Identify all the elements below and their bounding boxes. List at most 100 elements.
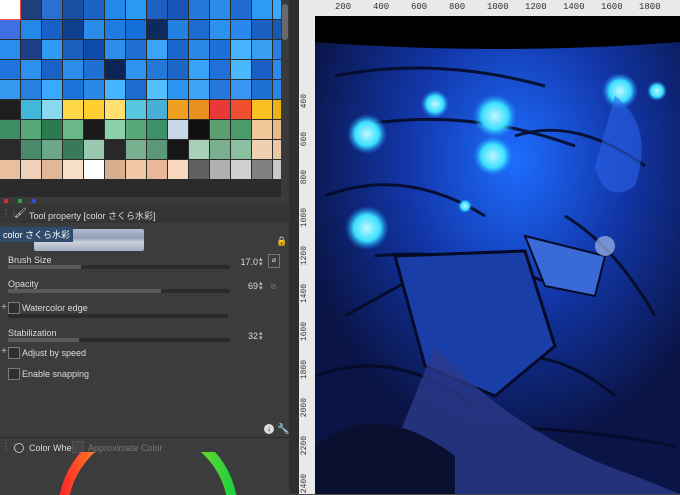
color-swatch[interactable] [147,160,167,179]
color-swatch[interactable] [252,40,272,59]
color-swatch[interactable] [105,60,125,79]
adjust-by-speed-checkbox[interactable] [8,347,20,359]
color-swatch[interactable] [84,100,104,119]
color-swatch[interactable] [252,120,272,139]
color-swatch[interactable] [168,80,188,99]
color-swatch[interactable] [168,0,188,19]
color-swatch[interactable] [168,40,188,59]
color-swatch[interactable] [210,80,230,99]
enable-snapping-checkbox[interactable] [8,368,20,380]
color-swatch[interactable] [252,140,272,159]
color-swatch[interactable] [231,100,251,119]
color-swatch[interactable] [273,80,281,99]
color-swatch[interactable] [84,140,104,159]
color-swatch[interactable] [84,20,104,39]
swatch-scrollbar[interactable] [281,0,289,205]
color-swatch[interactable] [147,60,167,79]
color-swatch[interactable] [63,100,83,119]
stabilization-value[interactable]: 32 [222,331,258,341]
brush-size-slider[interactable] [8,265,230,269]
stabilization-slider[interactable] [8,338,230,342]
color-swatch[interactable] [126,80,146,99]
color-swatch[interactable] [231,20,251,39]
color-swatch[interactable] [273,20,281,39]
color-swatch[interactable] [21,120,41,139]
panel-divider[interactable] [289,0,299,494]
color-swatch[interactable] [63,0,83,19]
scrollbar-thumb[interactable] [282,4,288,40]
color-swatch[interactable] [210,0,230,19]
color-swatch[interactable] [168,100,188,119]
color-swatch[interactable] [231,40,251,59]
opacity-slider[interactable] [8,289,230,293]
color-swatch[interactable] [147,0,167,19]
color-swatch[interactable] [42,80,62,99]
color-swatch[interactable] [42,60,62,79]
watercolor-edge-checkbox[interactable] [8,302,20,314]
color-swatch[interactable] [231,140,251,159]
color-swatch[interactable] [63,160,83,179]
color-swatch[interactable] [210,40,230,59]
color-swatch[interactable] [210,160,230,179]
watercolor-edge-slider[interactable] [8,314,228,318]
color-swatch[interactable] [189,0,209,19]
color-swatch[interactable] [0,20,20,39]
color-swatch[interactable] [147,80,167,99]
color-swatch[interactable] [147,100,167,119]
brush-size-pressure-icon[interactable]: ⌀ [268,254,280,268]
color-swatch[interactable] [84,80,104,99]
opacity-spinner[interactable]: ▴ ▾ [259,280,266,292]
opacity-link-icon[interactable]: ⊘ [270,282,277,291]
color-swatch[interactable] [252,80,272,99]
color-swatch[interactable] [231,160,251,179]
color-swatch[interactable] [273,60,281,79]
color-swatch[interactable] [147,40,167,59]
color-swatch[interactable] [231,80,251,99]
color-swatch[interactable] [21,160,41,179]
color-swatch[interactable] [168,140,188,159]
color-swatch[interactable] [21,40,41,59]
color-swatch[interactable] [84,160,104,179]
color-swatch[interactable] [273,160,281,179]
color-swatch[interactable] [105,140,125,159]
expand-plus-icon[interactable]: + [1,302,7,313]
color-swatch[interactable] [126,140,146,159]
color-swatch[interactable] [147,20,167,39]
artwork-canvas[interactable] [315,16,680,494]
color-swatch[interactable] [105,40,125,59]
hue-ring[interactable] [48,452,248,495]
color-swatch[interactable] [84,60,104,79]
color-swatch[interactable] [189,140,209,159]
color-swatch[interactable] [273,0,281,19]
color-swatch[interactable] [84,120,104,139]
color-swatch[interactable] [42,120,62,139]
color-swatch[interactable] [0,80,20,99]
color-swatch[interactable] [126,120,146,139]
color-swatch[interactable] [168,160,188,179]
color-swatch[interactable] [63,20,83,39]
color-swatch[interactable] [0,60,20,79]
lock-icon[interactable]: 🔒 [276,236,287,247]
color-swatch[interactable] [210,100,230,119]
color-swatch[interactable] [189,100,209,119]
color-swatch[interactable] [63,80,83,99]
color-swatch[interactable] [21,80,41,99]
color-swatch[interactable] [21,0,41,19]
color-swatch[interactable] [0,0,21,20]
color-swatch[interactable] [147,140,167,159]
wrench-icon[interactable]: 🔧 [277,424,289,435]
color-swatch[interactable] [21,60,41,79]
color-swatch[interactable] [63,120,83,139]
color-swatch[interactable] [189,80,209,99]
color-swatch[interactable] [126,160,146,179]
color-swatch[interactable] [189,60,209,79]
color-swatch[interactable] [105,20,125,39]
color-swatch[interactable] [126,100,146,119]
color-swatch[interactable] [42,140,62,159]
color-swatch[interactable] [273,100,281,119]
color-swatch[interactable] [126,0,146,19]
color-swatch[interactable] [126,40,146,59]
color-swatch[interactable] [63,60,83,79]
color-swatch[interactable] [0,100,20,119]
color-swatch[interactable] [84,0,104,19]
